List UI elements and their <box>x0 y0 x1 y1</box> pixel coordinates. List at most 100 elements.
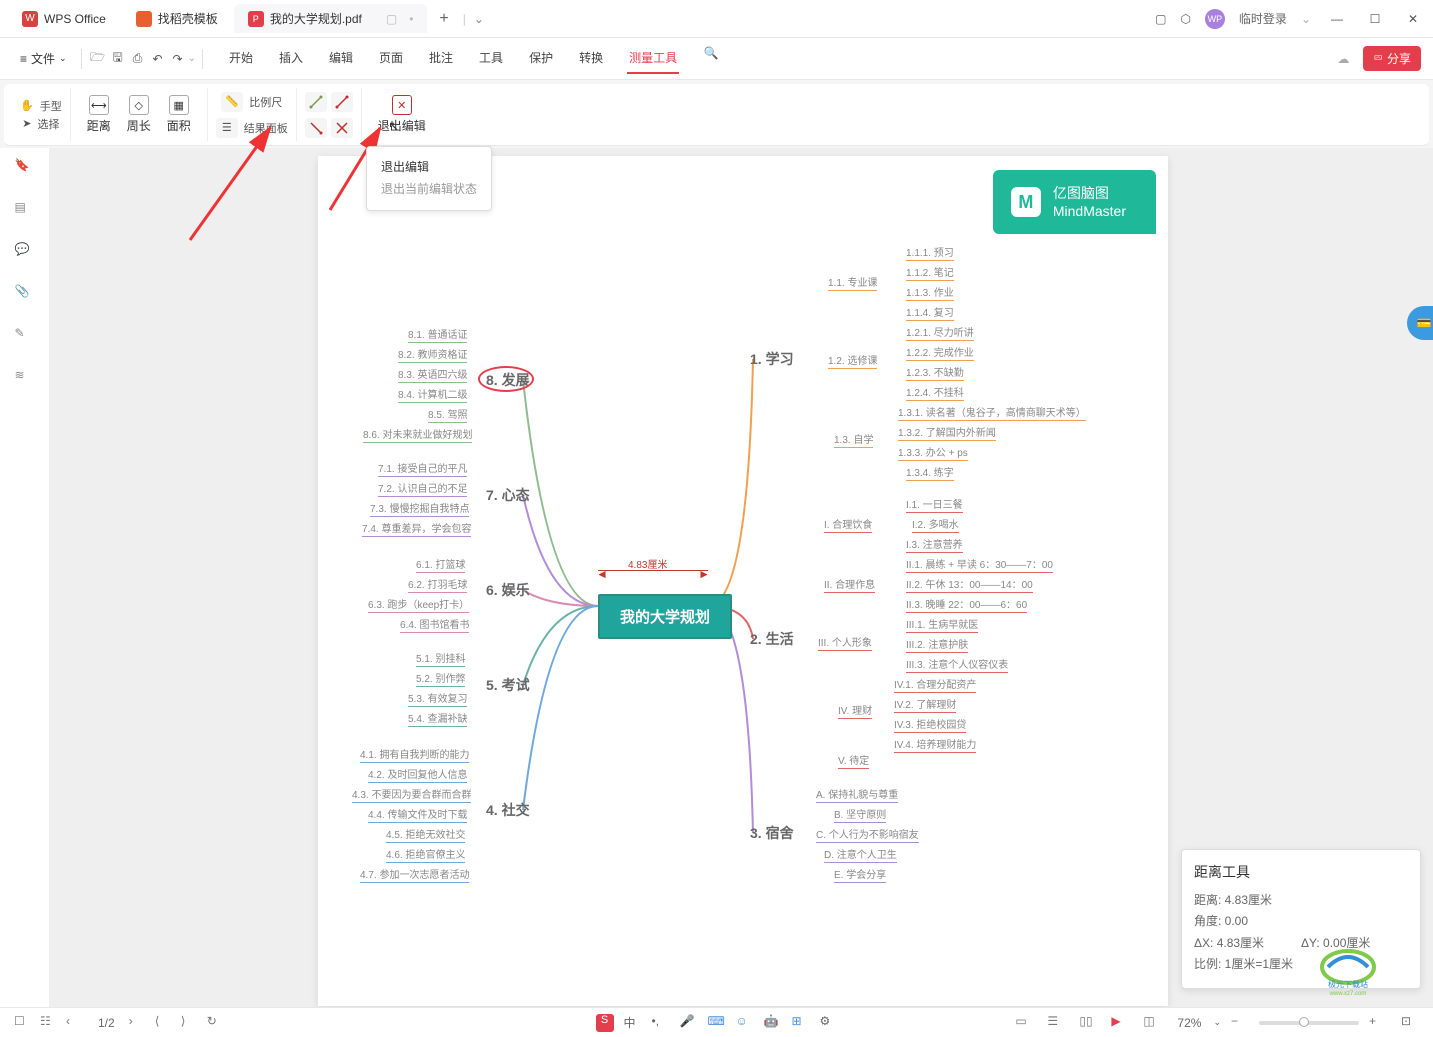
window-icon[interactable]: ▢ <box>1155 12 1166 26</box>
zoom-in-icon[interactable]: + <box>1369 1014 1387 1032</box>
keyboard-icon[interactable]: ⌨ <box>708 1014 726 1032</box>
tab-template[interactable]: 找稻壳模板 <box>122 4 232 33</box>
tab-current-doc[interactable]: P 我的大学规划.pdf ▢ • <box>234 4 428 33</box>
last-page-icon[interactable]: ⟩ <box>181 1014 199 1032</box>
robot-icon[interactable]: 🤖 <box>764 1014 782 1032</box>
login-dropdown-icon[interactable]: ⌄ <box>1301 12 1311 26</box>
maximize-button[interactable]: ☐ <box>1363 12 1387 26</box>
mindmap-leaf: 4.3. 不要因为要合群而合群 <box>352 786 471 801</box>
cursor-icon: ↖ <box>388 118 400 135</box>
view-single-icon[interactable]: ▭ <box>1015 1014 1033 1032</box>
tab-wps-office[interactable]: W WPS Office <box>8 5 120 33</box>
sidebar-toggle-icon[interactable]: ☐ <box>14 1014 32 1032</box>
select-tool-button[interactable]: ➤ 选择 <box>22 116 59 132</box>
sogou-icon[interactable]: S <box>596 1014 614 1032</box>
tab-more-icon[interactable]: • <box>409 12 413 26</box>
save-icon[interactable]: 🖫 <box>108 49 128 69</box>
mindmap-leaf: 1.3.1. 读名著（鬼谷子，高情商聊天术等） <box>898 404 1086 419</box>
distance-button[interactable]: ⟷ 距离 <box>79 93 119 136</box>
scale-button[interactable]: 📏 比例尺 <box>221 92 282 112</box>
lang-label[interactable]: 中 <box>624 1014 642 1032</box>
file-menu-button[interactable]: ≡ 文件 ⌄ <box>12 46 75 71</box>
chevron-down-icon[interactable]: ⌄ <box>1213 1017 1221 1028</box>
open-icon[interactable]: 🗁 <box>88 49 108 69</box>
titlebar-right: ▢ ⬡ WP 临时登录 ⌄ — ☐ ✕ <box>1155 9 1425 29</box>
menu-page[interactable]: 页面 <box>377 43 405 74</box>
thumbnail-icon[interactable]: ▤ <box>15 200 35 220</box>
chevron-down-icon[interactable]: ⌄ <box>188 53 196 64</box>
mindmap-leaf: 8.1. 普通话证 <box>408 326 467 341</box>
mindmap-leaf: 1.1.3. 作业 <box>906 284 954 299</box>
close-button[interactable]: ✕ <box>1401 12 1425 26</box>
tab-options-icon[interactable]: ▢ <box>386 12 397 26</box>
layers-icon[interactable]: ≋ <box>15 368 35 388</box>
presentation-icon[interactable]: ▶ <box>1111 1014 1129 1032</box>
float-help-button[interactable]: 💳 <box>1407 306 1433 340</box>
view-facing-icon[interactable]: ▯▯ <box>1079 1014 1097 1032</box>
minimize-button[interactable]: — <box>1325 12 1349 26</box>
cube-icon[interactable]: ⬡ <box>1180 12 1190 26</box>
zoom-label: 72% <box>1177 1016 1201 1030</box>
new-tab-button[interactable]: + <box>429 6 458 32</box>
mindmap-leaf: 1.2. 选修课 <box>828 352 877 367</box>
left-sidebar: 🔖 ▤ 💬 📎 ✎ ≋ <box>0 148 50 1007</box>
chevron-down-icon: ⌄ <box>59 53 67 64</box>
mindmap-leaf: 4.4. 传输文件及时下载 <box>368 806 467 821</box>
signature-icon[interactable]: ✎ <box>15 326 35 346</box>
mindmap-leaf: 1.1.2. 笔记 <box>906 264 954 279</box>
search-icon[interactable]: 🔍 <box>701 43 721 63</box>
mindmap-leaf: 8.5. 驾照 <box>428 406 467 421</box>
mindmap-leaf: 1.2.1. 尽力听讲 <box>906 324 974 339</box>
read-mode-icon[interactable]: ◫ <box>1143 1014 1161 1032</box>
share-label: 分享 <box>1387 50 1411 67</box>
menu-protect[interactable]: 保护 <box>527 43 555 74</box>
menu-convert[interactable]: 转换 <box>577 43 605 74</box>
grid-icon[interactable]: ⊞ <box>792 1014 810 1032</box>
menu-edit[interactable]: 编辑 <box>327 43 355 74</box>
cloud-icon[interactable]: ☁ <box>1337 52 1349 66</box>
first-page-icon[interactable]: ⟨ <box>155 1014 173 1032</box>
menu-insert[interactable]: 插入 <box>277 43 305 74</box>
mindmap-leaf: I.2. 多喝水 <box>912 516 959 531</box>
line-tool-2[interactable] <box>331 92 353 112</box>
menu-measure[interactable]: 测量工具 <box>627 43 679 74</box>
next-page-icon[interactable]: › <box>129 1014 147 1032</box>
mindmap-leaf: B. 坚守原则 <box>834 806 886 821</box>
close-icon: ✕ <box>392 95 412 115</box>
menu-tools[interactable]: 工具 <box>477 43 505 74</box>
tooltip-desc: 退出当前编辑状态 <box>381 179 477 201</box>
hand-tool-button[interactable]: ✋ 手型 <box>20 98 62 114</box>
fit-icon[interactable]: ⊡ <box>1401 1014 1419 1032</box>
undo-icon[interactable]: ↶ <box>148 49 168 69</box>
redo-icon[interactable]: ↷ <box>168 49 188 69</box>
rotate-icon[interactable]: ↻ <box>207 1014 225 1032</box>
bookmark-icon[interactable]: 🔖 <box>15 158 35 178</box>
tab-dropdown-icon[interactable]: ⌄ <box>474 12 484 26</box>
mindmap-leaf: 8.3. 英语四六级 <box>398 366 467 381</box>
zoom-out-icon[interactable]: − <box>1231 1014 1249 1032</box>
voice-icon[interactable]: 🎤 <box>680 1014 698 1032</box>
line-tool-1[interactable] <box>305 92 327 112</box>
comment-icon[interactable]: 💬 <box>15 242 35 262</box>
perimeter-button[interactable]: ◇ 周长 <box>119 93 159 136</box>
menu-annotate[interactable]: 批注 <box>427 43 455 74</box>
menu-start[interactable]: 开始 <box>227 43 255 74</box>
mindmap-leaf: A. 保持礼貌与尊重 <box>816 786 898 801</box>
mindmap-leaf: D. 注意个人卫生 <box>824 846 897 861</box>
mindmap-leaf: 1.2.2. 完成作业 <box>906 344 974 359</box>
mindmap-leaf: 8.4. 计算机二级 <box>398 386 467 401</box>
prev-page-icon[interactable]: ‹ <box>66 1014 84 1032</box>
punct-icon[interactable]: •, <box>652 1014 670 1032</box>
user-avatar[interactable]: WP <box>1205 9 1225 29</box>
hand-label: 手型 <box>40 98 62 114</box>
print-icon[interactable]: ⎙ <box>128 49 148 69</box>
zoom-slider[interactable] <box>1259 1021 1359 1025</box>
login-label[interactable]: 临时登录 <box>1239 10 1287 27</box>
nav-icon[interactable]: ☷ <box>40 1014 58 1032</box>
mindmap-leaf: E. 学会分享 <box>834 866 886 881</box>
view-continuous-icon[interactable]: ☰ <box>1047 1014 1065 1032</box>
share-button[interactable]: ⮹ 分享 <box>1363 46 1421 71</box>
gear-icon[interactable]: ⚙ <box>820 1014 838 1032</box>
attachment-icon[interactable]: 📎 <box>15 284 35 304</box>
emoji-icon[interactable]: ☺ <box>736 1014 754 1032</box>
